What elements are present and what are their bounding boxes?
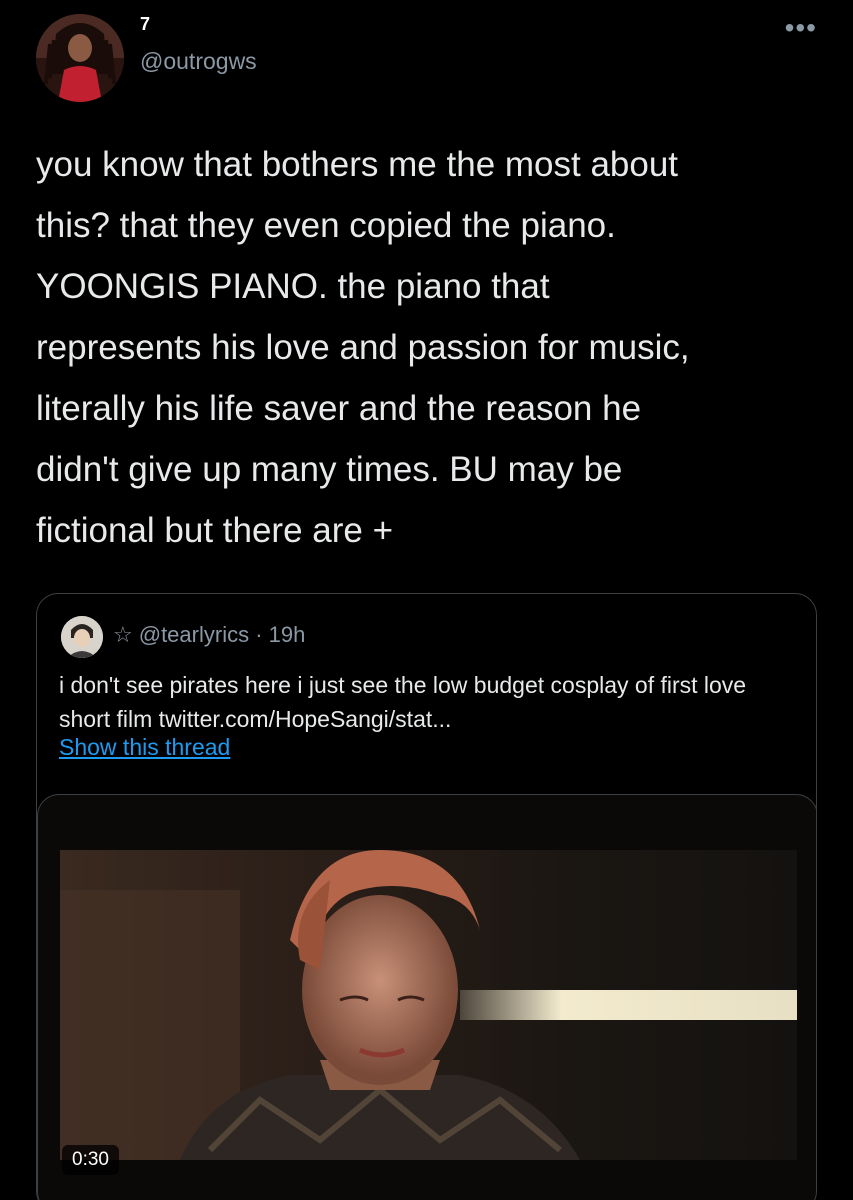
- quoted-tweet-header: ☆ @tearlyrics · 19h: [113, 622, 305, 648]
- header-separator: ·: [255, 622, 263, 647]
- author-display-name[interactable]: 7: [140, 14, 150, 35]
- quoted-handle[interactable]: @tearlyrics: [139, 622, 249, 647]
- author-avatar[interactable]: [36, 14, 124, 102]
- video-duration-badge: 0:30: [62, 1145, 119, 1175]
- quoted-tweet-text: i don't see pirates here i just see the …: [59, 672, 747, 732]
- author-handle[interactable]: @outrogws: [140, 48, 257, 75]
- quoted-tweet-card[interactable]: ☆ @tearlyrics · 19h i don't see pirates h…: [36, 593, 817, 1200]
- video-player[interactable]: 0:30: [37, 794, 816, 1200]
- show-thread-link[interactable]: Show this thread: [59, 734, 230, 761]
- video-thumbnail[interactable]: [60, 850, 797, 1160]
- quoted-author-avatar[interactable]: [61, 616, 103, 658]
- tweet-text: you know that bothers me the most about …: [36, 145, 690, 550]
- quoted-timestamp[interactable]: 19h: [269, 622, 306, 647]
- star-icon: ☆: [113, 622, 133, 647]
- tweet-page: 7 @outrogws ••• you know that bothers me…: [0, 0, 853, 1200]
- more-options-icon[interactable]: •••: [785, 12, 817, 44]
